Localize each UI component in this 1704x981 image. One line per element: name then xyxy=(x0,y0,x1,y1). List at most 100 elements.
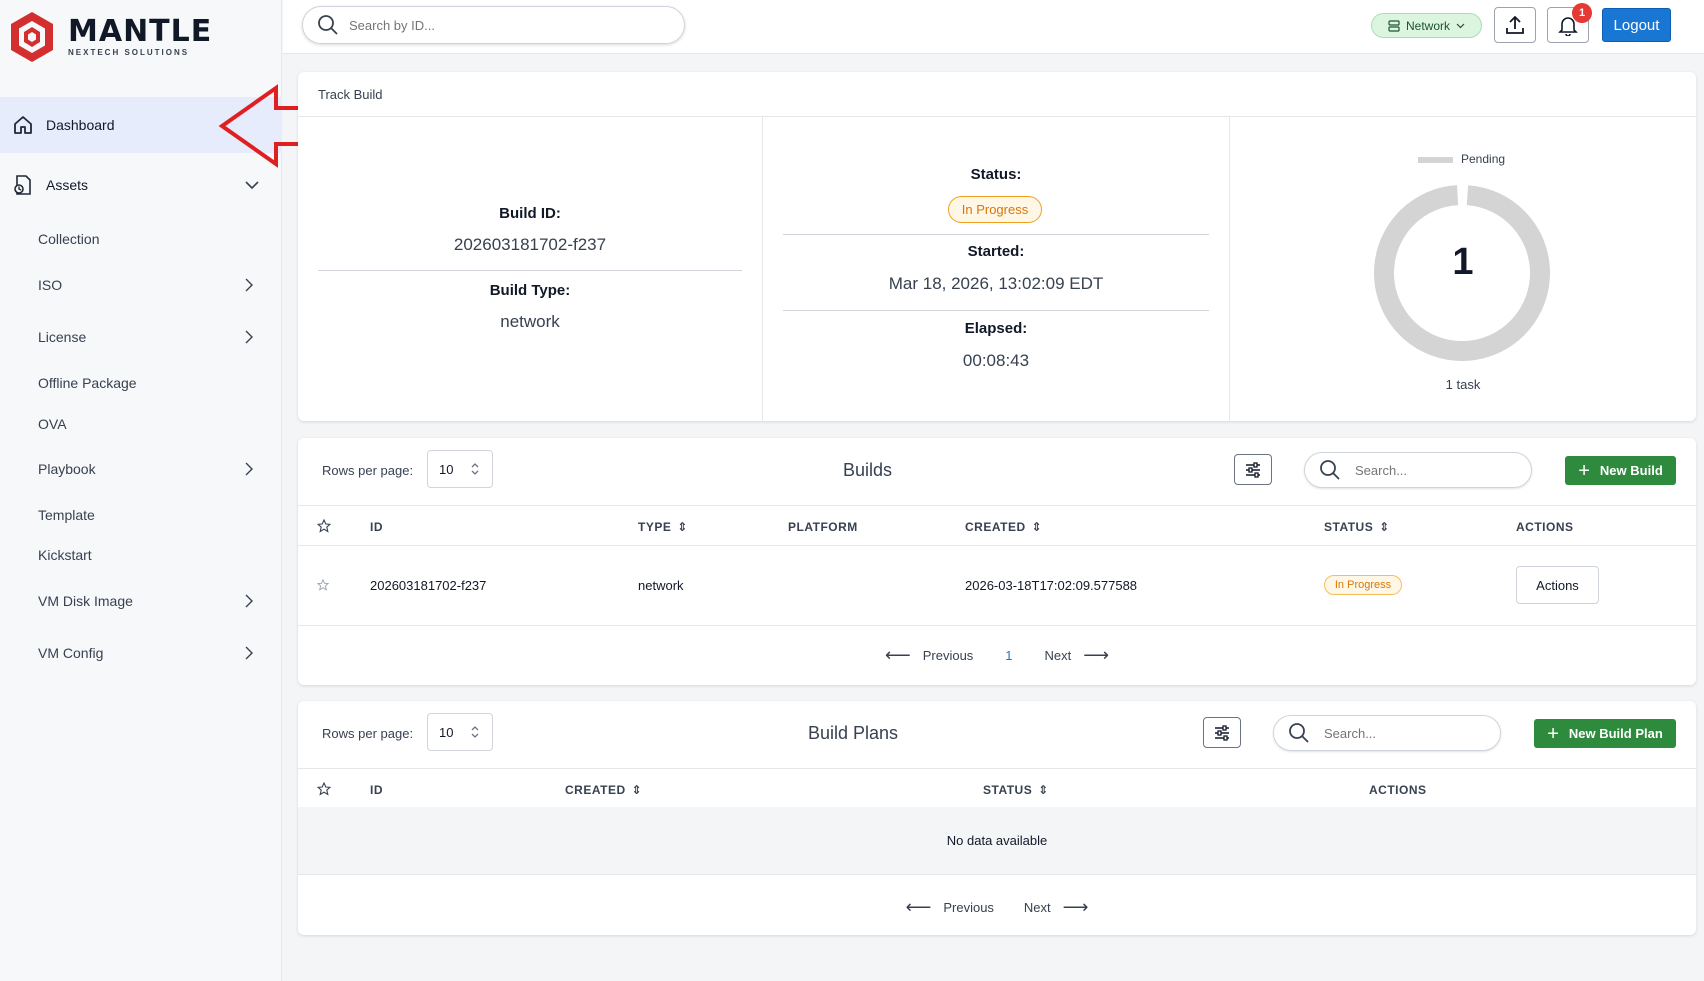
global-search-input[interactable] xyxy=(349,17,649,33)
filter-button[interactable] xyxy=(1203,717,1241,748)
col-header-created[interactable]: CREATED ⇕ xyxy=(565,783,642,797)
sidebar-item-label: Dashboard xyxy=(46,117,115,133)
star-icon[interactable] xyxy=(317,519,331,533)
sidebar-subitem-label: License xyxy=(38,329,87,345)
legend-label: Pending xyxy=(1461,152,1506,166)
sliders-icon xyxy=(1215,724,1229,741)
build-id-label: Build ID: xyxy=(499,205,561,222)
sidebar-subitem-label: Playbook xyxy=(38,461,96,477)
status-badge: In Progress xyxy=(948,196,1042,223)
upload-button[interactable] xyxy=(1494,7,1536,43)
sidebar-subitem-label: OVA xyxy=(38,416,67,432)
chevron-down-icon xyxy=(1456,23,1465,29)
sidebar-subitem-label: Kickstart xyxy=(38,547,92,563)
track-build-title: Track Build xyxy=(298,72,1696,117)
sidebar-subitem-label: Template xyxy=(38,507,95,523)
col-header-status[interactable]: STATUS ⇕ xyxy=(1324,520,1390,534)
col-header-type[interactable]: TYPE ⇕ xyxy=(638,520,688,534)
sidebar-subitem-vm-disk-image[interactable]: VM Disk Image xyxy=(0,583,282,619)
sort-icon: ⇕ xyxy=(1031,520,1043,534)
sort-icon: ⇕ xyxy=(1038,783,1049,797)
builds-search[interactable] xyxy=(1304,452,1532,488)
build-plans-pagination: ⟵ Previous Next ⟶ xyxy=(298,879,1696,935)
col-header-actions: ACTIONS xyxy=(1369,783,1427,797)
page-number[interactable]: 1 xyxy=(1005,648,1012,663)
sidebar-subitem-playbook[interactable]: Playbook xyxy=(0,451,282,487)
cell-id: 202603181702-f237 xyxy=(370,578,487,593)
arrow-left-icon: ⟵ xyxy=(884,644,911,665)
star-icon[interactable] xyxy=(317,579,329,591)
updown-icon xyxy=(471,463,479,475)
server-icon xyxy=(1388,19,1400,32)
mantle-logo-icon xyxy=(11,12,53,62)
new-build-label: New Build xyxy=(1599,463,1663,478)
arrow-right-icon: ⟶ xyxy=(1083,644,1110,665)
build-id-value: 202603181702-f237 xyxy=(453,235,607,254)
global-search[interactable] xyxy=(302,6,685,44)
builds-title: Builds xyxy=(843,460,893,480)
build-info-column: Build ID: 202603181702-f237 Build Type: … xyxy=(298,117,763,421)
sort-icon: ⇕ xyxy=(677,520,688,534)
sidebar-subitem-offline-package[interactable]: Offline Package xyxy=(0,365,282,401)
sort-icon: ⇕ xyxy=(631,783,643,797)
empty-state: No data available xyxy=(298,807,1696,875)
sidebar-subitem-ova[interactable]: OVA xyxy=(0,406,282,442)
sidebar-subitem-label: VM Disk Image xyxy=(38,593,133,609)
col-header-id: ID xyxy=(370,783,383,797)
sidebar-subitem-label: VM Config xyxy=(38,645,104,661)
previous-page-button[interactable]: ⟵ Previous xyxy=(885,645,973,666)
task-chart-column: Pending 1 1 task xyxy=(1230,117,1696,421)
builds-search-input[interactable] xyxy=(1355,462,1505,478)
star-icon[interactable] xyxy=(317,782,331,796)
task-caption: 1 task xyxy=(1445,377,1481,392)
build-plans-title: Build Plans xyxy=(808,723,899,743)
sidebar-subitem-template[interactable]: Template xyxy=(0,497,282,533)
next-page-button[interactable]: Next ⟶ xyxy=(1045,645,1110,666)
upload-icon xyxy=(1506,15,1524,34)
assets-icon xyxy=(12,174,34,196)
sidebar-subitem-license[interactable]: License xyxy=(0,319,282,355)
notifications-button[interactable]: 1 xyxy=(1547,3,1592,43)
brand-tagline: NEXTECH SOLUTIONS xyxy=(68,48,190,57)
rows-per-page-select[interactable]: 10 xyxy=(427,713,493,751)
task-count: 1 xyxy=(1452,241,1474,283)
actions-button[interactable]: Actions xyxy=(1516,566,1599,604)
logout-button[interactable]: Logout xyxy=(1602,8,1671,42)
rows-per-page-value: 10 xyxy=(439,461,454,477)
sidebar-subitem-vm-config[interactable]: VM Config xyxy=(0,635,282,671)
col-header-created[interactable]: CREATED ⇕ xyxy=(965,520,1042,534)
sidebar-subitem-kickstart[interactable]: Kickstart xyxy=(0,537,282,573)
next-page-button[interactable]: Next ⟶ xyxy=(1024,897,1089,918)
build-plans-search[interactable] xyxy=(1273,715,1501,751)
chevron-right-icon xyxy=(245,462,253,476)
sidebar-subitem-iso[interactable]: ISO xyxy=(0,267,282,303)
sidebar-subitem-label: ISO xyxy=(38,277,63,293)
col-header-actions: ACTIONS xyxy=(1516,520,1574,534)
rows-per-page-select[interactable]: 10 xyxy=(427,450,493,488)
status-label: Status: xyxy=(970,166,1022,183)
build-plans-search-input[interactable] xyxy=(1324,725,1474,741)
brand-name: MANTLE xyxy=(68,14,213,49)
new-build-plan-label: New Build Plan xyxy=(1568,726,1663,741)
col-header-status[interactable]: STATUS ⇕ xyxy=(983,783,1049,797)
build-plans-table-header: ID CREATED ⇕ STATUS ⇕ ACTIONS xyxy=(298,768,1696,809)
new-build-button[interactable]: + New Build xyxy=(1565,456,1676,485)
network-selector[interactable]: Network xyxy=(1371,13,1482,38)
brand-logo[interactable]: MANTLE NEXTECH SOLUTIONS xyxy=(8,10,212,64)
col-header-platform: PLATFORM xyxy=(788,520,858,534)
plus-icon: + xyxy=(1578,459,1590,482)
table-row[interactable]: 202603181702-f237 network 2026-03-18T17:… xyxy=(298,546,1696,626)
sidebar-subitem-collection[interactable]: Collection xyxy=(0,221,282,257)
cell-type: network xyxy=(638,578,684,593)
network-label: Network xyxy=(1405,18,1450,33)
search-icon xyxy=(1320,460,1340,480)
chevron-right-icon xyxy=(245,330,253,344)
filter-button[interactable] xyxy=(1234,454,1272,485)
col-header-id: ID xyxy=(370,520,383,534)
sidebar-subitem-label: Collection xyxy=(38,231,100,247)
new-build-plan-button[interactable]: + New Build Plan xyxy=(1534,719,1676,748)
rows-per-page-label: Rows per page: xyxy=(322,463,414,478)
arrow-right-icon: ⟶ xyxy=(1062,896,1089,917)
elapsed-label: Elapsed: xyxy=(964,320,1028,337)
previous-page-button[interactable]: ⟵ Previous xyxy=(906,897,994,918)
